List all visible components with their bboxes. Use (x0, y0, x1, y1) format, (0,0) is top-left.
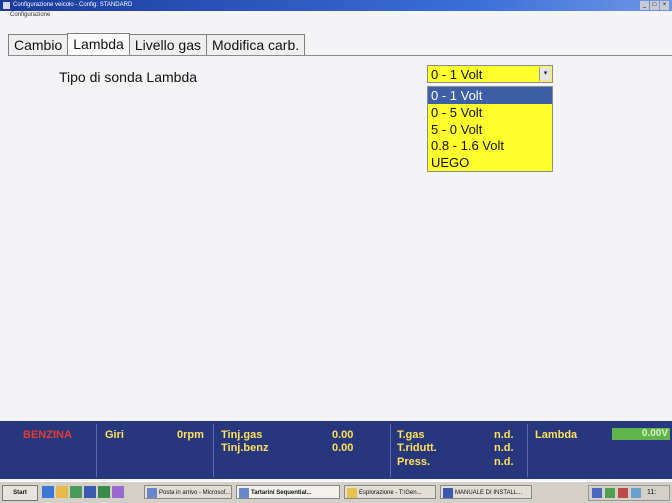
display-icon[interactable] (631, 488, 641, 498)
word-icon[interactable] (84, 486, 96, 498)
app-icon (239, 488, 249, 498)
tab-strip: Cambio Lambda Livello gas Modifica carb. (8, 33, 306, 56)
taskbar-label: Posta in arrivo - Microsof... (159, 490, 231, 496)
option-5-0-volt[interactable]: 5 - 0 Volt (428, 121, 552, 138)
fuel-mode-indicator: BENZINA (23, 429, 72, 441)
giri-value: 0rpm (177, 429, 204, 441)
title-bar: Configurazione veicolo - Config: STANDAR… (0, 0, 672, 11)
taskbar: Start Posta in arrivo - Microsof... Tart… (0, 481, 672, 503)
excel-icon[interactable] (98, 486, 110, 498)
option-0-8-1-6-volt[interactable]: 0.8 - 1.6 Volt (428, 137, 552, 154)
window-title: Configurazione veicolo - Config: STANDAR… (13, 2, 133, 8)
app-shortcut-icon[interactable] (112, 486, 124, 498)
minimize-button[interactable]: _ (640, 1, 649, 10)
tinj-gas-label: Tinj.gas (221, 429, 263, 441)
status-divider (213, 424, 214, 477)
menu-configurazione[interactable]: Configurazione (10, 12, 50, 18)
tgas-value: n.d. (494, 429, 514, 441)
lambda-type-select[interactable]: 0 - 1 Volt ▾ (427, 65, 553, 83)
dropdown-arrow-icon[interactable]: ▾ (539, 67, 551, 81)
window-controls: _ □ × (640, 1, 669, 10)
system-tray: 11: (588, 485, 670, 501)
start-button[interactable]: Start (2, 485, 38, 501)
status-divider (390, 424, 391, 477)
tinj-benz-value: 0.00 (332, 442, 354, 454)
tgas-label: T.gas (397, 429, 425, 441)
tridutt-value: n.d. (494, 442, 514, 454)
lambda-type-dropdown: 0 - 1 Volt 0 - 5 Volt 5 - 0 Volt 0.8 - 1… (427, 86, 553, 172)
taskbar-outlook[interactable]: Posta in arrivo - Microsof... (144, 485, 232, 499)
taskbar-label: Esplorazione - T:\Gen... (359, 490, 422, 496)
taskbar-explorer[interactable]: Esplorazione - T:\Gen... (344, 485, 436, 499)
lambda-type-label: Tipo di sonda Lambda (59, 69, 198, 85)
tab-livello-gas[interactable]: Livello gas (128, 34, 207, 55)
folder-icon (347, 488, 357, 498)
antivirus-icon[interactable] (618, 488, 628, 498)
app-icon (3, 2, 10, 9)
tridutt-label: T.ridutt. (397, 442, 437, 454)
taskbar-label: Tartarini Sequential... (251, 490, 312, 496)
lambda-label: Lambda (535, 429, 578, 441)
clock: 11: (647, 489, 657, 496)
document-icon (443, 488, 453, 498)
giri-label: Giri (105, 429, 124, 441)
browser-icon[interactable] (42, 486, 54, 498)
network-icon[interactable] (592, 488, 602, 498)
option-0-5-volt[interactable]: 0 - 5 Volt (428, 104, 552, 121)
tab-panel-border (8, 55, 672, 56)
press-value: n.d. (494, 456, 514, 468)
tab-lambda[interactable]: Lambda (67, 33, 130, 56)
mail-icon (147, 488, 157, 498)
status-bar: BENZINA Giri 0rpm Tinj.gas 0.00 Tinj.ben… (0, 421, 672, 479)
option-0-1-volt[interactable]: 0 - 1 Volt (428, 87, 552, 104)
lambda-value-bar: 0.00V (612, 428, 670, 440)
close-button[interactable]: × (660, 1, 669, 10)
option-uego[interactable]: UEGO (428, 154, 552, 171)
tab-cambio[interactable]: Cambio (8, 34, 69, 55)
taskbar-tartarini[interactable]: Tartarini Sequential... (236, 485, 340, 499)
volume-icon[interactable] (605, 488, 615, 498)
taskbar-manuale[interactable]: MANUALE DI INSTALL... (440, 485, 532, 499)
status-divider (96, 424, 97, 477)
press-label: Press. (397, 456, 431, 468)
tinj-benz-label: Tinj.benz (221, 442, 269, 454)
maximize-button[interactable]: □ (650, 1, 659, 10)
taskbar-label: MANUALE DI INSTALL... (455, 490, 523, 496)
status-divider (527, 424, 528, 477)
menu-bar: Configurazione (0, 11, 672, 20)
tab-modifica-carb[interactable]: Modifica carb. (206, 34, 306, 55)
lambda-type-value: 0 - 1 Volt (431, 67, 483, 82)
tinj-gas-value: 0.00 (332, 429, 354, 441)
desktop-icon[interactable] (70, 486, 82, 498)
mail-icon[interactable] (56, 486, 68, 498)
